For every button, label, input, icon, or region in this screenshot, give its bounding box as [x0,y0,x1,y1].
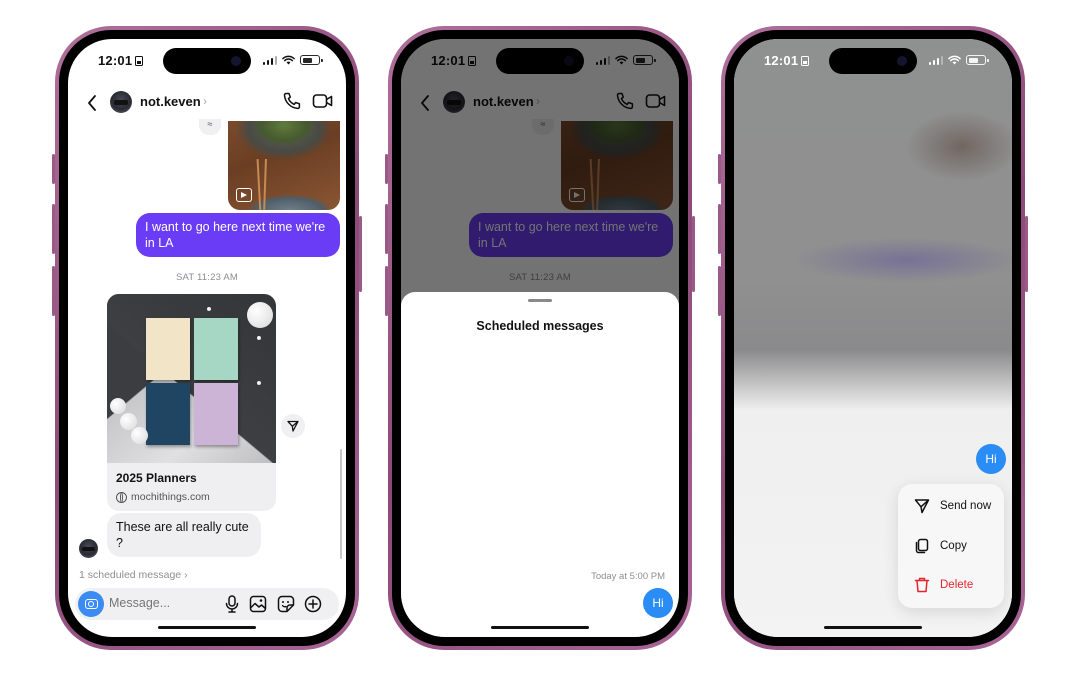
scheduled-message-bubble[interactable]: Hi [643,588,673,618]
id-card-icon [801,55,810,66]
selected-message-bubble[interactable]: Hi [976,444,1006,474]
sender-avatar[interactable] [79,539,98,558]
sticker-icon [277,595,295,613]
trash-icon [914,577,930,593]
sheet-title: Scheduled messages [476,319,604,333]
sheet-grabber[interactable] [528,299,552,302]
username[interactable]: not.keven [140,94,201,109]
copy-icon [915,538,929,554]
home-indicator[interactable] [158,625,256,629]
video-call-button[interactable] [312,91,334,113]
screen: 12:01 not.keven › [68,39,346,637]
link-preview-image [107,294,276,463]
shared-reel-thumbnail[interactable] [228,121,340,210]
volume-up-button [52,204,55,254]
menu-item-label: Send now [940,500,992,512]
microphone-icon [225,595,239,613]
status-bar: 12:01 [68,39,346,83]
scheduled-messages-link[interactable]: 1 scheduled message › [79,569,188,581]
microphone-button[interactable] [222,594,242,614]
scheduled-messages-sheet: Scheduled messages Today at 5:00 PM Hi [401,292,679,637]
power-button [359,216,362,292]
battery-icon [300,55,323,65]
status-time: 12:01 [764,53,799,68]
globe-icon [116,491,127,503]
home-indicator[interactable] [824,625,922,629]
outgoing-message-bubble[interactable]: I want to go here next time we're in LA [136,213,340,257]
share-button[interactable] [281,414,305,438]
message-composer [75,588,339,620]
menu-item-label: Copy [940,540,967,552]
dynamic-island [163,48,251,74]
action-button [52,154,55,184]
screen: 12:01 Hi Send now Copy Delete [734,39,1012,637]
message-input[interactable] [109,596,219,610]
link-title: 2025 Planners [116,471,197,485]
dynamic-island [829,48,917,74]
phone-chat-view: 12:01 not.keven › ≈ I want to go here ne… [52,26,362,650]
send-icon [287,420,299,432]
screen: 12:01 not.keven › [401,39,679,637]
menu-item-copy[interactable]: Copy [898,527,1004,565]
status-bar: 12:01 [734,39,1012,83]
volume-down-button [52,266,55,316]
cellular-signal-icon [262,55,277,65]
back-button[interactable] [82,91,102,115]
scrollbar[interactable] [339,449,342,559]
message-context-menu: Send now Copy Delete [898,484,1004,608]
scheduled-time: Today at 5:00 PM [591,571,665,582]
battery-icon [966,55,989,65]
chevron-right-icon: › [203,94,207,108]
gallery-button[interactable] [248,594,268,614]
avatar[interactable] [110,91,132,113]
menu-item-label: Delete [940,579,974,591]
add-icon [304,595,322,613]
camera-button[interactable] [78,591,104,617]
gallery-icon [249,595,267,613]
id-card-icon [135,55,144,66]
phone-scheduled-sheet-view: 12:01 not.keven › [385,26,695,650]
call-button[interactable] [282,91,304,113]
message-timestamp: SAT 11:23 AM [175,272,239,283]
chat-header: not.keven › [68,85,346,121]
wifi-icon [282,55,295,65]
link-domain: mochithings.com [131,491,210,503]
camera-icon [84,599,98,609]
phone-context-menu-view: 12:01 Hi Send now Copy Delete [718,26,1028,650]
add-button[interactable] [303,594,323,614]
cellular-signal-icon [928,55,943,65]
home-indicator[interactable] [491,625,589,629]
link-preview-card[interactable]: 2025 Planners mochithings.com [107,294,276,511]
menu-item-delete[interactable]: Delete [898,566,1004,604]
phone-icon [283,92,301,110]
incoming-message-bubble[interactable]: These are all really cute ? [107,513,261,557]
sticker-button[interactable] [276,594,296,614]
wifi-icon [948,55,961,65]
reel-icon [236,188,252,202]
chevron-left-icon [88,95,96,111]
send-icon [914,499,930,514]
menu-item-send-now[interactable]: Send now [898,487,1004,525]
status-time: 12:01 [98,53,133,68]
video-camera-icon [312,94,333,108]
reaction-chip[interactable]: ≈ [199,119,221,135]
